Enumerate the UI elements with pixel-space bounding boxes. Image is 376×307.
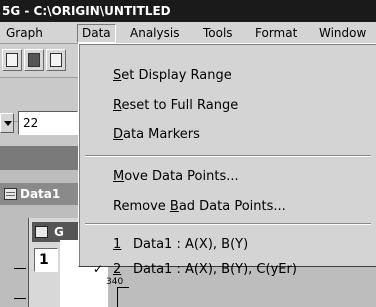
mnemonic: M	[113, 169, 125, 184]
mnemonic: B	[169, 199, 179, 214]
new-document-icon	[6, 53, 18, 67]
menu-window[interactable]: Window	[315, 25, 370, 42]
menu-bar: Graph Data Analysis Tools Format Window	[0, 22, 376, 44]
row-marker	[14, 268, 26, 269]
row-marker	[14, 298, 26, 299]
data-menu-dropdown: Set Display Range Reset to Full Range Da…	[78, 43, 376, 277]
open-document-icon	[50, 53, 62, 67]
menu-data[interactable]: Data	[77, 24, 116, 43]
menu-item-label: ove Data Points...	[124, 169, 239, 184]
menu-item-dataset-2[interactable]: 2 Data1 : A(X), B(Y), C(yEr)	[113, 260, 297, 280]
menu-graph[interactable]: Graph	[2, 25, 47, 42]
dataset-label: Data1 : A(X), B(Y), C(yEr)	[133, 262, 297, 277]
font-size-input[interactable]: 22	[18, 111, 78, 135]
window-title-bar: 5G - C:\ORIGIN\UNTITLED	[0, 0, 376, 22]
window-title: 5G - C:\ORIGIN\UNTITLED	[2, 4, 171, 18]
checkmark-icon: ✓	[93, 262, 104, 276]
menu-separator	[85, 223, 371, 225]
menu-analysis[interactable]: Analysis	[126, 25, 183, 42]
menu-item-move-data-points[interactable]: Move Data Points...	[113, 167, 239, 187]
open-document-button[interactable]	[46, 49, 66, 71]
dataset-label: Data1 : A(X), B(Y)	[133, 237, 249, 252]
save-document-button[interactable]	[24, 49, 44, 71]
y-axis	[117, 287, 118, 307]
font-dropdown-button[interactable]	[0, 113, 14, 133]
menu-item-data-markers[interactable]: Data Markers	[113, 125, 200, 145]
menu-item-label: ata Markers	[123, 127, 200, 142]
worksheet-window-title[interactable]: Data1	[0, 183, 78, 205]
menu-item-label: et Display Range	[121, 68, 232, 83]
menu-format[interactable]: Format	[251, 25, 301, 42]
menu-item-dataset-1[interactable]: 1 Data1 : A(X), B(Y)	[113, 235, 248, 255]
dataset-index: 2	[113, 262, 122, 277]
graph-title: G	[54, 225, 64, 239]
graph-window-icon	[35, 226, 48, 238]
menu-item-label: ad Data Points...	[178, 199, 286, 214]
menu-item-remove-bad-data-points[interactable]: Remove Bad Data Points...	[113, 197, 286, 217]
worksheet-icon	[4, 188, 17, 200]
menu-separator	[85, 155, 371, 157]
menu-item-label: eset to Full Range	[121, 98, 239, 113]
layer-number[interactable]: 1	[34, 248, 58, 272]
menu-tools[interactable]: Tools	[199, 25, 237, 42]
menu-item-reset-full-range[interactable]: Reset to Full Range	[113, 96, 238, 116]
axis-tick	[117, 287, 129, 288]
mnemonic: D	[113, 127, 124, 142]
dataset-index: 1	[113, 237, 122, 252]
new-document-button[interactable]	[2, 49, 22, 71]
save-document-icon	[28, 53, 40, 67]
worksheet-title: Data1	[20, 187, 61, 201]
menu-item-set-display-range[interactable]: Set Display Range	[113, 66, 232, 86]
menu-item-label-prefix: Remove	[113, 199, 170, 214]
chevron-down-icon	[4, 121, 12, 126]
